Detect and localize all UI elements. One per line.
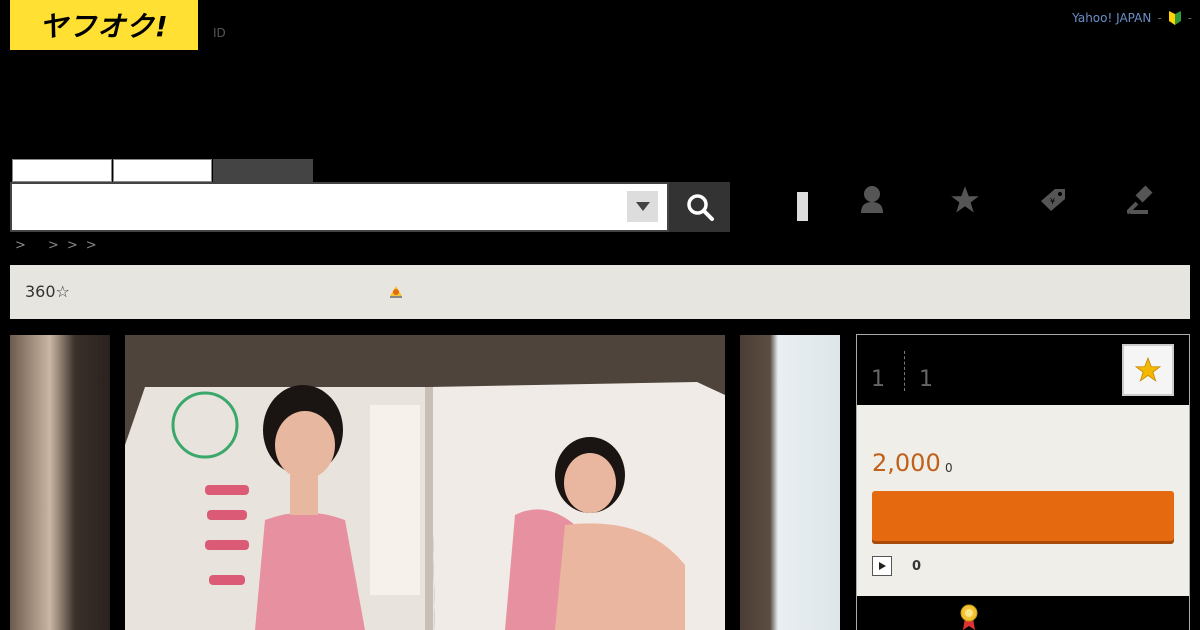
play-count: 0: [912, 559, 922, 574]
chevron-down-icon: [635, 202, 650, 211]
thumbnail-next[interactable]: [740, 335, 840, 630]
site-logo[interactable]: ヤフオク!: [10, 0, 198, 50]
sell-button[interactable]: ¥: [1033, 180, 1073, 220]
breadcrumb-separator: >: [15, 238, 26, 253]
tag-icon: ¥: [1041, 189, 1065, 211]
user-icon: [861, 186, 883, 213]
bid-button[interactable]: [872, 491, 1174, 541]
svg-text:¥: ¥: [1050, 197, 1055, 206]
tab-search-all[interactable]: [12, 159, 112, 182]
star-icon: [1135, 357, 1161, 382]
breadcrumb-separator: >: [66, 238, 78, 253]
play-button[interactable]: [872, 556, 892, 576]
bid-panel: 1 1 2,000 0 0: [856, 334, 1190, 630]
bid-count: 1: [871, 367, 885, 392]
separator: -: [1157, 11, 1162, 25]
bid-panel-header: 1 1: [857, 335, 1189, 405]
cart-indicator[interactable]: [797, 192, 808, 221]
watch-button[interactable]: [1122, 344, 1174, 396]
id-link[interactable]: ID: [213, 26, 226, 40]
breadcrumb: > > > >: [15, 238, 97, 253]
category-dropdown[interactable]: [627, 191, 658, 222]
yahoo-japan-link[interactable]: Yahoo! JAPAN: [1072, 11, 1151, 25]
search-icon: [686, 194, 714, 221]
star-icon: [951, 186, 979, 213]
breadcrumb-separator: >: [47, 238, 59, 253]
bid-history-button[interactable]: [1122, 180, 1162, 220]
gavel-icon: [1127, 185, 1153, 215]
seller-rating[interactable]: 360☆: [25, 282, 70, 301]
separator: -: [1187, 11, 1192, 25]
tab-search-category[interactable]: [113, 159, 212, 182]
main-product-image[interactable]: [125, 335, 725, 630]
beginner-mark-icon[interactable]: [1168, 10, 1182, 26]
bid-panel-footer: [857, 596, 1189, 630]
medal-icon: [959, 604, 979, 630]
breadcrumb-separator: >: [85, 238, 97, 253]
search-button[interactable]: [669, 182, 730, 232]
search-input[interactable]: [18, 190, 618, 224]
price-suffix: 0: [945, 461, 953, 475]
search-box: [10, 182, 669, 232]
thumbnail-prev[interactable]: [10, 335, 110, 630]
top-links: Yahoo! JAPAN - -: [1072, 10, 1192, 26]
badge-icon: [388, 283, 404, 303]
my-auction-button[interactable]: [852, 180, 892, 220]
current-price: 2,000: [872, 449, 941, 477]
time-left: 1: [919, 367, 933, 392]
play-icon: [879, 562, 886, 570]
logo-text: ヤフオク!: [39, 10, 169, 43]
tab-search-store[interactable]: [213, 159, 313, 182]
watchlist-button[interactable]: [945, 180, 985, 220]
divider: [904, 351, 905, 391]
seller-info-bar: 360☆: [10, 265, 1190, 319]
